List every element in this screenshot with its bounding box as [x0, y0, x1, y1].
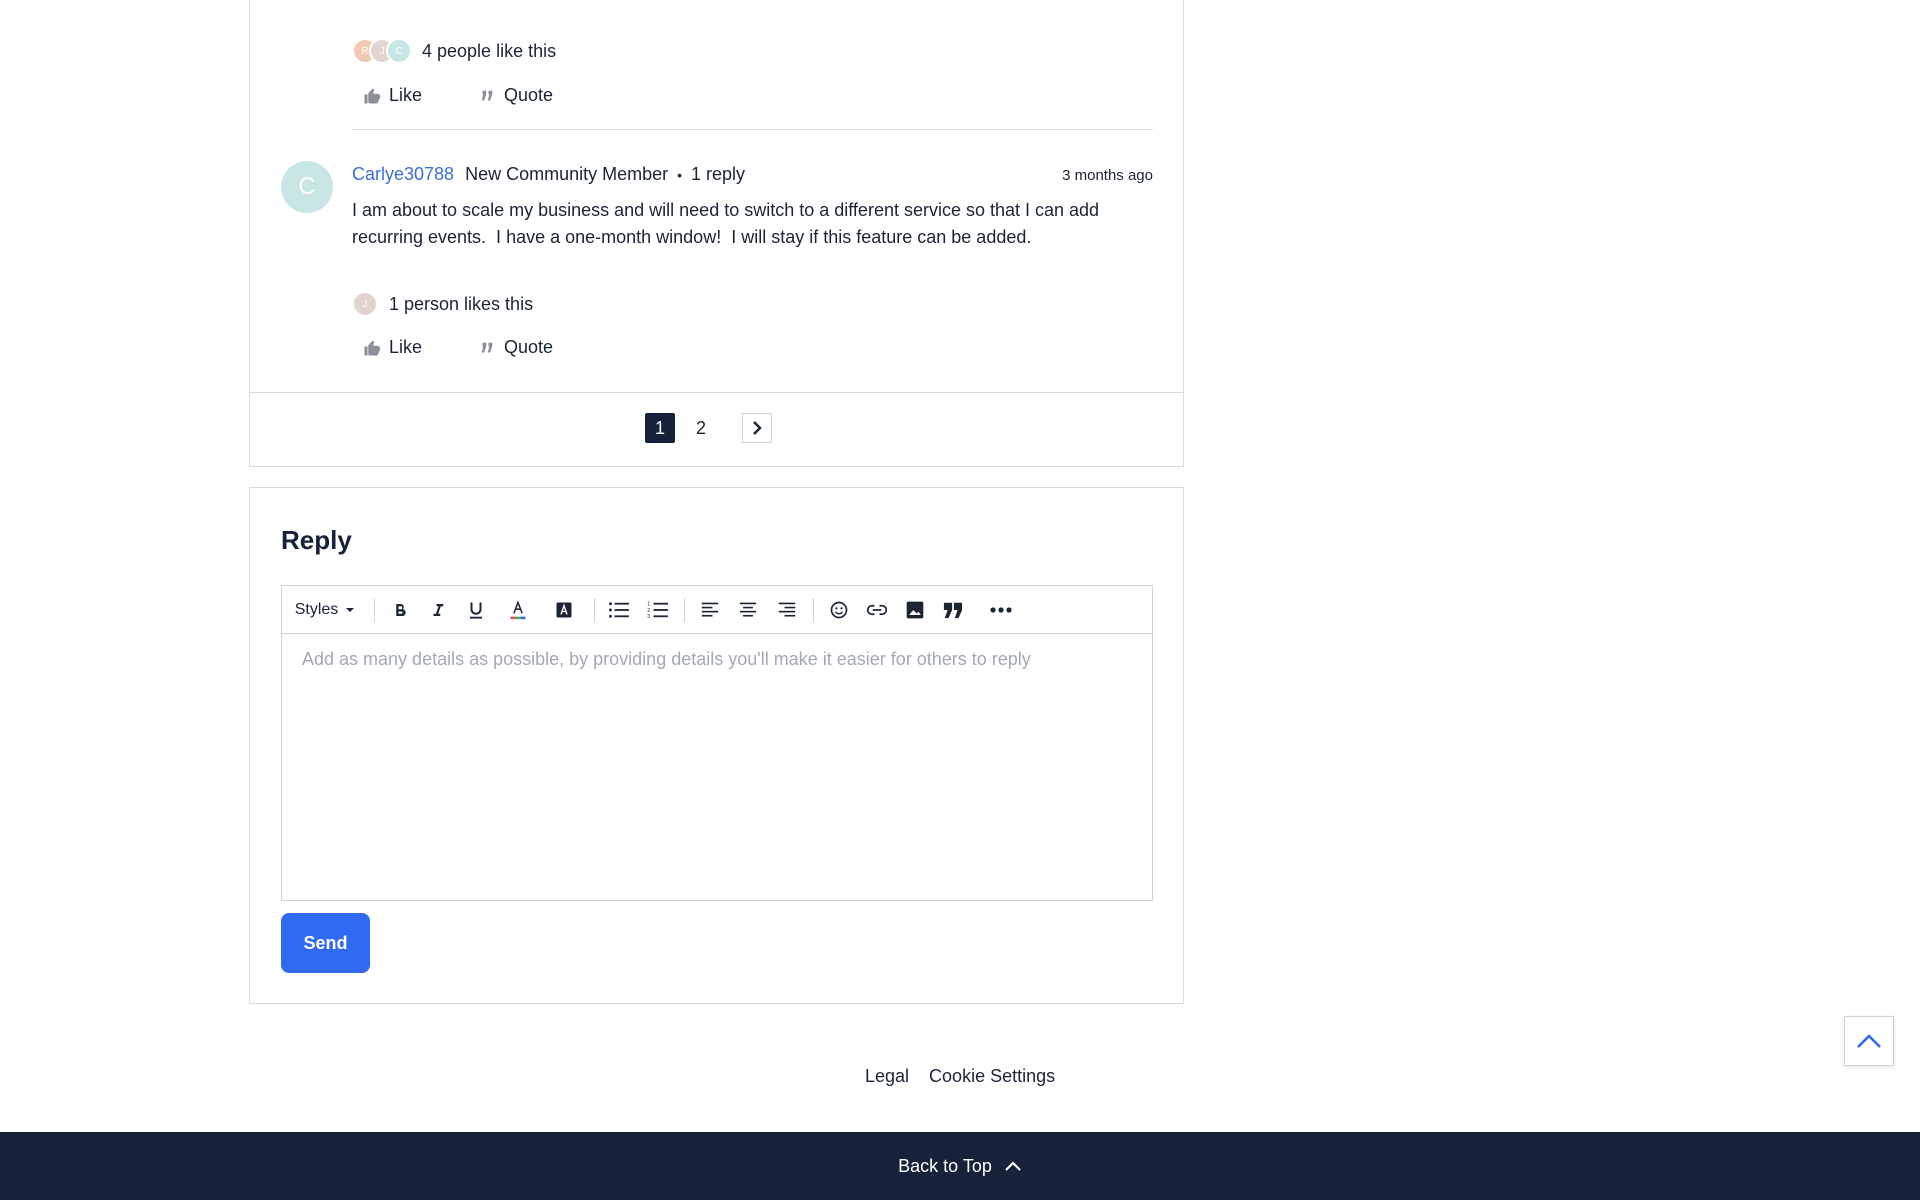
- styles-dropdown[interactable]: Styles: [294, 596, 358, 624]
- likes-count-text[interactable]: 1 person likes this: [389, 294, 533, 315]
- footer-bar: Back to Top: [0, 1132, 1920, 1200]
- post-timestamp: 3 months ago: [1062, 167, 1153, 184]
- bold-button[interactable]: [386, 596, 414, 624]
- highlight-icon: [556, 602, 572, 618]
- reply-card: Reply Styles 1 2 3 Add as many details a…: [249, 487, 1184, 1004]
- link-button[interactable]: [863, 596, 891, 624]
- text-color-button[interactable]: [504, 596, 532, 624]
- thumbs-up-icon: [364, 88, 381, 103]
- reply-textarea[interactable]: Add as many details as possible, by prov…: [282, 634, 1152, 901]
- bold-icon: [396, 603, 406, 617]
- more-horizontal-icon: [990, 607, 1012, 613]
- image-button[interactable]: [901, 596, 929, 624]
- align-right-icon: [778, 602, 796, 617]
- numbered-list-button[interactable]: 123: [644, 596, 672, 624]
- caret-down-icon: [346, 608, 355, 612]
- page-2-button[interactable]: 2: [686, 413, 716, 443]
- toolbar-separator: [684, 598, 685, 622]
- underline-icon: [470, 602, 482, 619]
- chevron-right-icon: [753, 421, 762, 435]
- align-right-button[interactable]: [773, 596, 801, 624]
- numbered-list-icon: 123: [647, 602, 668, 619]
- like-label: Like: [389, 337, 423, 357]
- quote-label: Quote: [504, 337, 554, 357]
- blockquote-icon: [943, 602, 963, 619]
- emoji-button[interactable]: [825, 596, 853, 624]
- post-divider: [352, 129, 1153, 130]
- post-meta: Carlye30788 New Community Member • 1 rep…: [352, 164, 745, 185]
- reply-heading: Reply: [281, 525, 352, 555]
- text-color-icon: [510, 600, 526, 620]
- footer-links: Legal Cookie Settings: [865, 1066, 1055, 1087]
- italic-icon: [433, 604, 444, 616]
- avatar: J: [352, 291, 378, 317]
- svg-text:1: 1: [647, 602, 650, 608]
- chevron-up-icon: [1005, 1161, 1021, 1171]
- bullet-list-icon: [609, 602, 629, 618]
- likes-count-text[interactable]: 4 people like this: [422, 41, 556, 62]
- svg-text:2: 2: [647, 608, 650, 614]
- thread-card: R J C 4 people like this Like Quote C Ca…: [249, 0, 1184, 467]
- svg-text:3: 3: [647, 614, 650, 619]
- align-center-icon: [739, 602, 757, 617]
- chevron-up-icon: [1857, 1034, 1881, 1048]
- emoji-icon: [830, 601, 848, 619]
- more-options-button[interactable]: [987, 596, 1015, 624]
- italic-button[interactable]: [424, 596, 452, 624]
- bullet-list-button[interactable]: [605, 596, 633, 624]
- underline-button[interactable]: [462, 596, 490, 624]
- likers-avatars: R J C: [352, 38, 412, 64]
- post-body: I am about to scale my business and will…: [352, 200, 1105, 247]
- blockquote-button[interactable]: [939, 596, 967, 624]
- editor-toolbar: Styles 123: [282, 586, 1152, 634]
- quote-button[interactable]: Quote: [478, 337, 553, 358]
- quote-button[interactable]: Quote: [478, 85, 553, 106]
- reply-count[interactable]: 1 reply: [691, 164, 745, 185]
- toolbar-separator: [374, 598, 375, 622]
- back-to-top-label: Back to Top: [898, 1155, 992, 1176]
- pagination-divider: [250, 392, 1183, 393]
- likers-avatars: J: [352, 291, 378, 317]
- quote-icon: [481, 342, 493, 352]
- quote-label: Quote: [504, 85, 554, 105]
- meta-separator: •: [677, 166, 683, 183]
- scroll-to-top-button[interactable]: [1844, 1016, 1894, 1066]
- member-role: New Community Member: [465, 164, 669, 184]
- link-icon: [866, 604, 888, 616]
- like-label: Like: [389, 85, 423, 105]
- quote-icon: [481, 90, 493, 100]
- like-button[interactable]: Like: [363, 337, 422, 358]
- toolbar-separator: [813, 598, 814, 622]
- author-avatar[interactable]: C: [281, 161, 333, 213]
- cookie-settings-link[interactable]: Cookie Settings: [929, 1066, 1055, 1087]
- align-center-button[interactable]: [734, 596, 762, 624]
- legal-link[interactable]: Legal: [865, 1066, 909, 1087]
- back-to-top-link[interactable]: Back to Top: [898, 1156, 1022, 1177]
- align-left-icon: [701, 602, 719, 617]
- rich-text-editor: Styles 123 Add as many details as possib…: [281, 585, 1153, 901]
- thumbs-up-icon: [364, 340, 381, 355]
- align-left-button[interactable]: [696, 596, 724, 624]
- highlight-button[interactable]: [550, 596, 578, 624]
- next-page-button[interactable]: [742, 413, 772, 443]
- image-icon: [906, 601, 924, 619]
- page-1-button[interactable]: 1: [645, 413, 675, 443]
- author-link[interactable]: Carlye30788: [352, 164, 454, 185]
- like-button[interactable]: Like: [363, 85, 422, 106]
- toolbar-separator: [594, 598, 595, 622]
- avatar: C: [386, 38, 412, 64]
- send-button[interactable]: Send: [281, 913, 370, 973]
- styles-label: Styles: [294, 601, 339, 618]
